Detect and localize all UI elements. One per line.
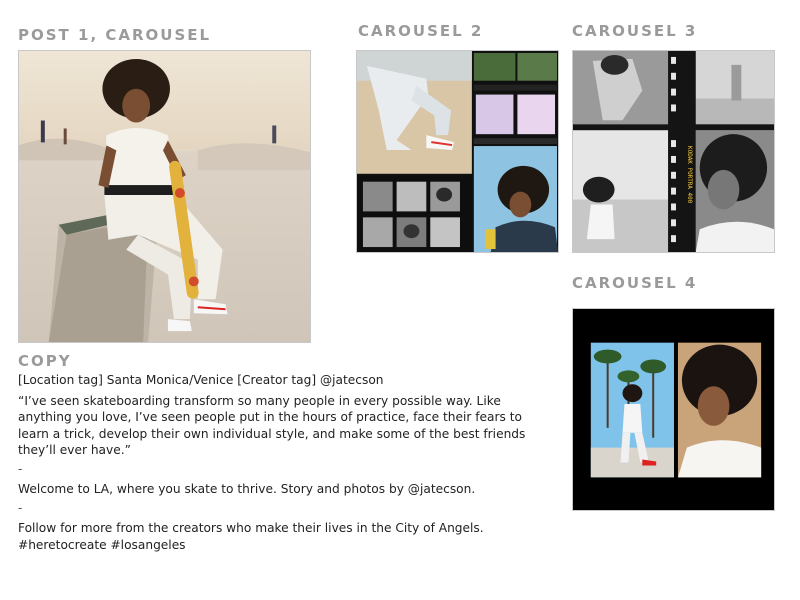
carousel2-heading: CAROUSEL 2 bbox=[358, 22, 484, 40]
film-brand-text: KODAK PORTRA 400 bbox=[686, 146, 693, 204]
carousel3-photo: KODAK PORTRA 400 bbox=[572, 50, 775, 253]
carousel3-heading: CAROUSEL 3 bbox=[572, 22, 698, 40]
copy-text-block: [Location tag] Santa Monica/Venice [Crea… bbox=[18, 372, 548, 553]
copy-welcome: Welcome to LA, where you skate to thrive… bbox=[18, 482, 476, 496]
copy-quote: “I’ve seen skateboarding transform so ma… bbox=[18, 393, 526, 458]
copy-heading: COPY bbox=[18, 352, 72, 370]
copy-separator-1: - bbox=[18, 461, 23, 476]
carousel4-photo bbox=[572, 308, 775, 511]
post1-photo bbox=[18, 50, 311, 343]
copy-follow: Follow for more from the creators who ma… bbox=[18, 521, 484, 535]
carousel2-photo bbox=[356, 50, 559, 253]
copy-hashtags: #heretocreate #losangeles bbox=[18, 537, 186, 552]
post1-heading: POST 1, CAROUSEL bbox=[18, 26, 212, 44]
copy-separator-2: - bbox=[18, 500, 23, 515]
copy-tags: [Location tag] Santa Monica/Venice [Crea… bbox=[18, 373, 384, 387]
carousel4-heading: CAROUSEL 4 bbox=[572, 274, 698, 292]
